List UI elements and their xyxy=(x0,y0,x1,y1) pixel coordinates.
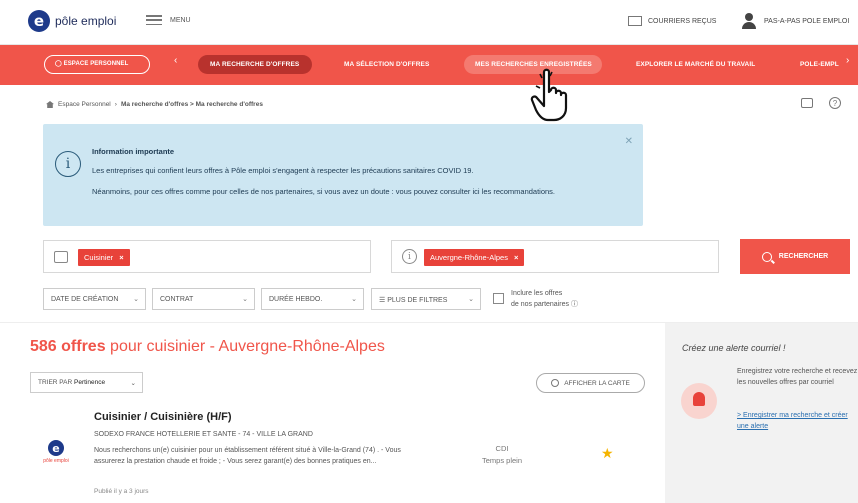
tab-ma-recherche[interactable]: MA RECHERCHE D'OFFRES xyxy=(210,61,299,68)
menu-label: MENU xyxy=(170,16,191,24)
offer-work-time: Temps plein xyxy=(481,456,523,465)
job-search-field[interactable]: Cuisinier × xyxy=(43,240,371,273)
filter-duree-label: DURÉE HEBDO. xyxy=(269,296,323,303)
filter-duree[interactable]: DURÉE HEBDO. ⌄ xyxy=(261,288,364,310)
filter-date-label: DATE DE CRÉATION xyxy=(51,296,119,303)
close-icon[interactable]: ✕ xyxy=(625,136,633,147)
info-title: Information importante xyxy=(92,147,175,156)
offer-date: Publié il y a 3 jours xyxy=(94,488,149,495)
print-icon[interactable] xyxy=(801,98,813,108)
remove-tag-icon[interactable]: × xyxy=(119,253,123,262)
user-icon xyxy=(742,13,756,29)
menu-button[interactable]: MENU xyxy=(146,15,191,25)
user-menu[interactable]: PAS-A-PAS POLE EMPLOI xyxy=(742,13,849,29)
filter-date[interactable]: DATE DE CRÉATION ⌄ xyxy=(43,288,146,310)
offer-company: SODEXO FRANCE HOTELLERIE ET SANTE - 74 -… xyxy=(94,431,313,438)
logo-text: pôle emploi xyxy=(55,14,117,28)
favorite-star-icon[interactable]: ★ xyxy=(601,446,614,462)
info-icon: i xyxy=(55,151,81,177)
results-count: 586 offres xyxy=(30,338,106,355)
offer-logo: e pôle emploi xyxy=(36,440,76,464)
include-partners-checkbox[interactable] xyxy=(493,293,504,304)
job-tag-label: Cuisinier xyxy=(84,253,114,262)
filter-contrat[interactable]: CONTRAT ⌄ xyxy=(152,288,255,310)
offer-contract-type: CDI xyxy=(495,444,509,453)
logo-mark: e xyxy=(28,10,50,32)
chevron-right-icon[interactable]: › xyxy=(846,55,849,66)
alert-text: Enregistrez votre recherche et recevez l… xyxy=(737,368,858,386)
briefcase-icon xyxy=(54,251,68,263)
location-tag-label: Auvergne-Rhône-Alpes xyxy=(430,253,508,262)
courriers-link[interactable]: COURRIERS REÇUS xyxy=(628,16,716,26)
info-text-1: Les entreprises qui confient leurs offre… xyxy=(92,166,474,175)
alert-title: Créez une alerte courriel ! xyxy=(682,343,786,353)
breadcrumb-home[interactable]: Espace Personnel xyxy=(58,101,111,108)
search-button[interactable]: RECHERCHER xyxy=(740,239,850,274)
alert-panel: Créez une alerte courriel ! Enregistrez … xyxy=(665,323,858,503)
job-tag[interactable]: Cuisinier × xyxy=(78,249,130,266)
results-query: pour cuisinier - Auvergne-Rhône-Alpes xyxy=(105,338,385,355)
help-icon[interactable]: ⓘ xyxy=(571,301,578,308)
remove-tag-icon[interactable]: × xyxy=(514,253,518,262)
tab-ma-selection[interactable]: MA SÉLECTION D'OFFRES xyxy=(344,61,429,68)
sort-select[interactable]: TRIER PAR Pertinence ⌄ xyxy=(30,372,143,393)
results-title: 586 offres pour cuisinier - Auvergne-Rhô… xyxy=(30,338,385,356)
offer-description: Nous recherchons un(e) cuisinier pour un… xyxy=(94,447,401,465)
offer-contract: CDI Temps plein xyxy=(472,443,532,467)
tab-pole-emploi[interactable]: POLE-EMPL xyxy=(800,61,839,68)
chevron-left-icon[interactable]: ‹ xyxy=(174,55,177,66)
location-tag[interactable]: Auvergne-Rhône-Alpes × xyxy=(424,249,525,266)
chevron-down-icon: ⌄ xyxy=(351,296,357,303)
main-nav: ◯ ESPACE PERSONNEL ‹ MA RECHERCHE D'OFFR… xyxy=(0,45,858,85)
help-icon[interactable]: ? xyxy=(829,97,841,109)
info-banner: i Information importante Les entreprises… xyxy=(43,124,643,226)
sort-label: TRIER PAR xyxy=(38,379,73,386)
pole-emploi-logo[interactable]: e pôle emploi xyxy=(28,10,116,32)
filter-plus[interactable]: ☰ PLUS DE FILTRES ⌄ xyxy=(371,288,481,310)
mail-icon xyxy=(628,16,642,26)
breadcrumb-separator: › xyxy=(114,101,117,108)
location-info-icon: i xyxy=(402,249,417,264)
search-button-label: RECHERCHER xyxy=(778,253,829,260)
filter-contrat-label: CONTRAT xyxy=(160,296,194,303)
chevron-down-icon: ⌄ xyxy=(468,296,474,303)
home-icon xyxy=(46,101,54,108)
top-bar: e pôle emploi MENU COURRIERS REÇUS PAS-A… xyxy=(0,0,858,45)
include-line-2: de nos partenaires xyxy=(511,301,569,308)
show-map-button[interactable]: AFFICHER LA CARTE xyxy=(536,373,645,393)
info-text-2: Néanmoins, pour ces offres comme pour ce… xyxy=(92,187,556,196)
show-map-label: AFFICHER LA CARTE xyxy=(564,379,630,387)
chevron-down-icon: ⌄ xyxy=(133,296,139,303)
courriers-label: COURRIERS REÇUS xyxy=(648,17,717,25)
filter-plus-label: PLUS DE FILTRES xyxy=(387,297,448,304)
hand-cursor-icon xyxy=(530,68,568,122)
tab-explorer[interactable]: EXPLORER LE MARCHÉ DU TRAVAIL xyxy=(636,61,755,68)
create-alert-link[interactable]: > Enregistrer ma recherche et créer une … xyxy=(737,410,858,432)
hamburger-icon xyxy=(146,15,162,25)
offer-title[interactable]: Cuisinier / Cuisinière (H/F) xyxy=(94,411,232,423)
alert-illustration-icon xyxy=(681,383,717,419)
location-search-field[interactable]: i Auvergne-Rhône-Alpes × xyxy=(391,240,719,273)
chevron-down-icon: ⌄ xyxy=(242,296,248,303)
breadcrumb: Espace Personnel › Ma recherche d'offres… xyxy=(46,101,263,108)
chevron-down-icon: ⌄ xyxy=(130,380,136,387)
map-pin-icon xyxy=(551,379,560,387)
espace-personnel-label: ◯ ESPACE PERSONNEL xyxy=(55,61,129,67)
offer-logo-text: pôle emploi xyxy=(43,458,69,464)
breadcrumb-current: Ma recherche d'offres > Ma recherche d'o… xyxy=(120,101,263,108)
filter-list-icon: ☰ xyxy=(379,297,388,304)
logo-mark: e xyxy=(48,440,64,456)
user-label: PAS-A-PAS POLE EMPLOI xyxy=(764,17,850,25)
sort-value: Pertinence xyxy=(74,379,106,386)
search-icon xyxy=(761,251,772,262)
include-line-1: Inclure les offres xyxy=(511,290,563,297)
include-partners-label: Inclure les offres de nos partenaires ⓘ xyxy=(511,288,578,310)
